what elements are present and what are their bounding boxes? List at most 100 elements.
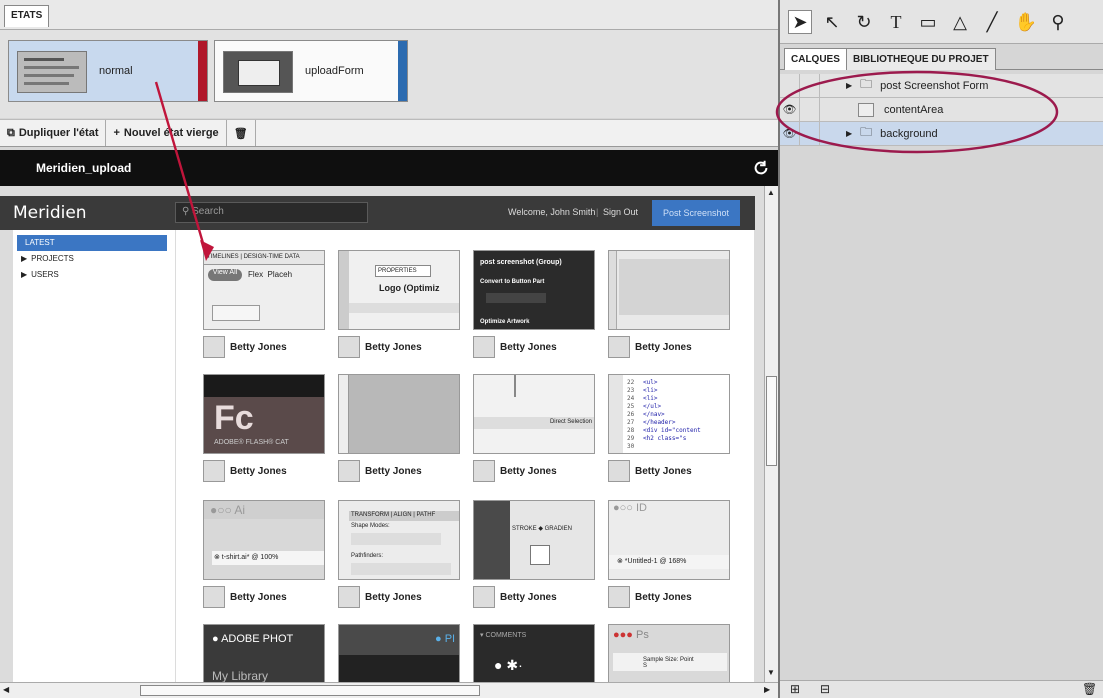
search-input[interactable]: ⚲ Search [175,202,368,223]
duplicate-state-button[interactable]: ⧉ Dupliquer l'état [0,120,107,146]
folder-icon: 🗀 [860,125,873,139]
layer-name: background [880,127,938,140]
rectangle-tool-icon[interactable]: ▭ [916,10,940,34]
nav-item-projects[interactable]: ▶ PROJECTS [13,251,175,267]
grid-card[interactable]: ▾ COMMENTS ● ✱· [473,624,595,682]
post-screenshot-button[interactable]: Post Screenshot [652,200,740,226]
app-sidebar: LATEST ▶ PROJECTS ▶ USERS [13,230,175,682]
nav-item-users[interactable]: ▶ USERS [13,267,175,283]
selection-tool-icon[interactable]: ➤ [788,10,812,34]
visibility-toggle[interactable] [780,73,800,98]
triangle-tool-icon[interactable]: △ [948,10,972,34]
expand-arrow-icon[interactable]: ▶ [846,129,852,138]
lock-toggle[interactable] [800,121,820,146]
screenshot-thumbnail: TRANSFORM | ALIGN | PATHF Shape Modes: P… [338,500,460,580]
avatar [203,586,225,608]
delete-state-button[interactable]: 🗑 [227,120,256,146]
grid-card[interactable]: ●○○ Ai ⊗ t-shirt.ai* @ 100% Betty Jones [203,500,325,608]
scroll-up-icon[interactable]: ▲ [767,188,775,197]
signout-link[interactable]: Sign Out [603,207,638,217]
grid-card[interactable]: ● ADOBE PHOT My Library [203,624,325,682]
triangle-right-icon: ▶ [21,254,28,263]
state-name: uploadForm [305,65,364,77]
scroll-thumb[interactable] [140,685,480,696]
grid-card[interactable]: ●●● Ps Sample Size: Point S [608,624,730,682]
lock-toggle[interactable] [800,73,820,98]
plus-icon: + [113,127,120,139]
tools-toolbar: ➤ ↖ ↻ T ▭ △ ╱ ✋ ⚲ [780,0,1103,44]
grid-card[interactable]: TIMELINES | DESIGN-TIME DATA View All Fl… [203,250,325,358]
grid-card[interactable]: ●○○ ID ⊗ *Untitled-1 @ 168% Betty Jones [608,500,730,608]
grid-card[interactable]: Betty Jones [338,374,460,482]
grid-card[interactable]: STROKE ◆ GRADIEN Betty Jones [473,500,595,608]
states-tab[interactable]: ETATS [4,5,50,27]
search-icon: ⚲ [182,206,193,217]
screenshot-thumbnail: ●●● Ps Sample Size: Point S [608,624,730,682]
screenshot-thumbnail: Direct Selection [473,374,595,454]
layers-tabs: CALQUES BIBLIOTHEQUE DU PROJET [780,48,1103,70]
scroll-right-icon[interactable]: ▶ [764,685,770,694]
tab-bibliotheque[interactable]: BIBLIOTHEQUE DU PROJET [846,48,996,70]
screenshot-thumbnail: STROKE ◆ GRADIEN [473,500,595,580]
grid-card[interactable]: ● PI [338,624,460,682]
new-sublayer-icon[interactable]: ⊟ [820,682,830,696]
screenshot-thumbnail: Fc ADOBE® FLASH® CAT [203,374,325,454]
refresh-icon[interactable] [752,159,770,177]
line-tool-icon[interactable]: ╱ [980,10,1004,34]
hand-tool-icon[interactable]: ✋ [1014,10,1038,34]
new-blank-state-button[interactable]: + Nouvel état vierge [106,120,227,146]
tab-calques[interactable]: CALQUES [784,48,847,70]
state-card-normal[interactable]: normal [8,40,208,102]
separator: | [596,207,599,217]
avatar [608,336,630,358]
state-thumbnail [17,51,87,93]
nav-item-latest[interactable]: LATEST [17,235,167,251]
trash-icon: 🗑 [233,127,248,140]
avatar [338,586,360,608]
layer-row[interactable]: ▶ 🗀 post Screenshot Form [780,73,1103,98]
avatar [608,460,630,482]
eye-icon[interactable]: 👁 [780,97,800,122]
state-card-uploadform[interactable]: uploadForm [214,40,408,102]
screenshot-thumbnail: post screenshot (Group) Convert to Butto… [473,250,595,330]
trash-icon[interactable]: 🗑 [1082,682,1097,696]
text-tool-icon[interactable]: T [884,10,908,34]
lock-toggle[interactable] [800,97,820,122]
grid-card[interactable]: 22 23 24 25 26 27 28 29 30 <ul> <li> <li> </ul> </na… [608,374,730,482]
grid-card[interactable]: Direct Selection Betty Jones [473,374,595,482]
layer-row[interactable]: 👁 contentArea [780,97,1103,122]
scroll-down-icon[interactable]: ▼ [767,668,775,677]
app-logo: Meridien [13,203,87,223]
grid-card[interactable]: post screenshot (Group) Convert to Butto… [473,250,595,358]
avatar [473,586,495,608]
avatar [203,460,225,482]
zoom-tool-icon[interactable]: ⚲ [1046,10,1070,34]
layer-name: post Screenshot Form [880,79,989,92]
states-toolbar: ⧉ Dupliquer l'état + Nouvel état vierge … [0,119,778,147]
avatar [608,586,630,608]
expand-arrow-icon[interactable]: ▶ [846,81,852,90]
eye-icon[interactable]: 👁 [780,121,800,146]
group-icon [858,102,874,117]
avatar [338,336,360,358]
grid-card[interactable]: PROPERTIES Logo (Optimiz Betty Jones [338,250,460,358]
screenshot-thumbnail: TIMELINES | DESIGN-TIME DATA View All Fl… [203,250,325,330]
grid-card[interactable]: Fc ADOBE® FLASH® CAT Betty Jones [203,374,325,482]
layers-footer: ⊞ ⊟ 🗑 [780,680,1103,698]
layer-row[interactable]: 👁 ▶ 🗀 background [780,121,1103,146]
horizontal-scrollbar[interactable]: ◀ ▶ [0,682,778,698]
vertical-scrollbar[interactable]: ▲ ▼ [764,186,778,682]
layer-name: contentArea [884,103,944,116]
grid-card[interactable]: TRANSFORM | ALIGN | PATHF Shape Modes: P… [338,500,460,608]
grid-card[interactable]: Betty Jones [608,250,730,358]
scroll-left-icon[interactable]: ◀ [3,685,9,694]
triangle-right-icon: ▶ [21,270,28,279]
new-layer-icon[interactable]: ⊞ [790,682,800,696]
screenshot-thumbnail: ● PI [338,624,460,682]
rotate-tool-icon[interactable]: ↻ [852,10,876,34]
screenshot-thumbnail: PROPERTIES Logo (Optimiz [338,250,460,330]
scroll-thumb[interactable] [766,376,777,466]
direct-selection-tool-icon[interactable]: ↖ [820,10,844,34]
design-canvas[interactable]: Meridien ⚲ Search Welcome, John Smith | … [0,186,764,682]
state-color-bar [398,41,407,101]
